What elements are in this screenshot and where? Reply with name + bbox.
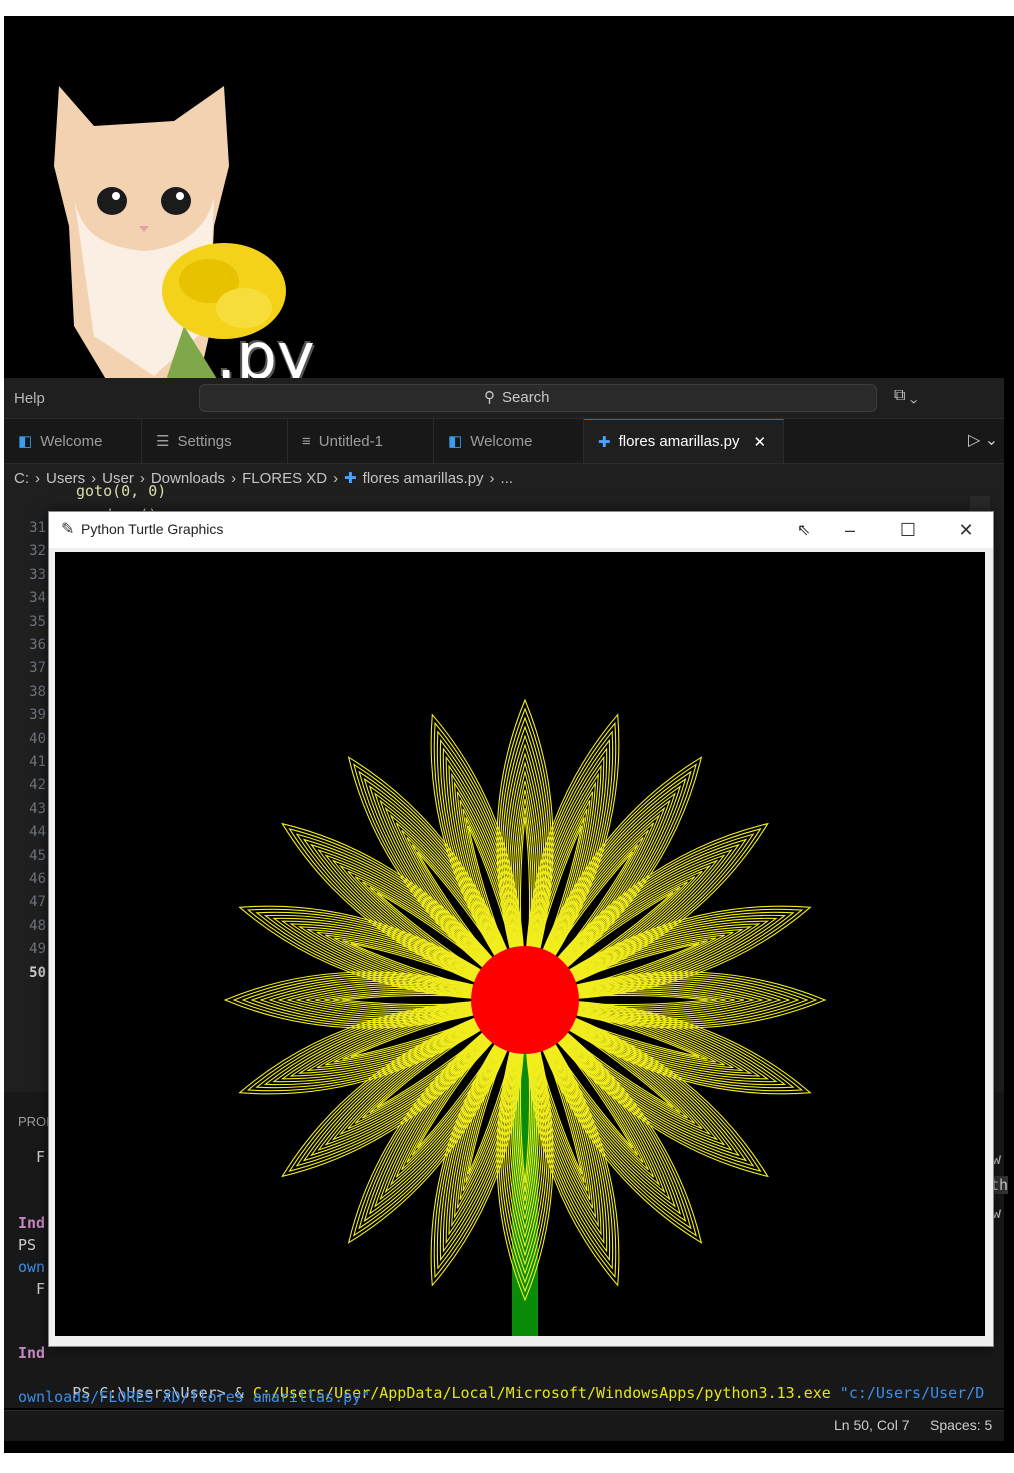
flower-center [471, 946, 579, 1054]
line-number: 36 [29, 637, 46, 653]
line-number: 48 [29, 917, 46, 934]
tab-settings[interactable]: ☰ Settings [142, 419, 288, 463]
line-number: 39 [29, 707, 46, 724]
line-number: 38 [29, 683, 46, 700]
window-title: Python Turtle Graphics [81, 521, 224, 537]
settings-icon: ☰ [156, 433, 170, 450]
line-number: 43 [29, 800, 46, 817]
feather-icon: ✎ [61, 521, 75, 538]
tab-label: flores amarillas.py [618, 433, 740, 450]
crumb-folder[interactable]: FLORES XD [242, 470, 327, 487]
search-label: Search [502, 389, 550, 406]
terminal-clip: F [36, 1280, 46, 1298]
line-number: 37 [29, 660, 46, 677]
minimize-button[interactable]: – [835, 516, 865, 544]
python-file-icon: ✚ [344, 470, 357, 487]
line-number: 40 [29, 730, 46, 747]
run-icon[interactable]: ▷ ⌄ [968, 430, 998, 450]
line-number: 41 [29, 754, 46, 770]
close-icon[interactable]: ✕ [753, 433, 766, 451]
vscode-icon: ◧ [448, 433, 463, 450]
panel-tab-problems[interactable]: PROI [18, 1114, 50, 1129]
tab-label: Settings [177, 432, 232, 450]
turtle-canvas [55, 552, 985, 1336]
tab-label: Welcome [470, 432, 533, 450]
crumb-more[interactable]: ... [501, 470, 514, 487]
editor-tabs: ◧ Welcome ☰ Settings ≡ Untitled-1 ◧ Welc… [4, 419, 1004, 464]
close-button[interactable]: ✕ [951, 516, 981, 544]
line-number: 46 [29, 871, 46, 887]
flower-drawing [223, 698, 827, 1336]
file-lines-icon: ≡ [302, 432, 311, 450]
line-number: 45 [29, 847, 46, 864]
line-number: 47 [29, 894, 46, 911]
terminal-arg: "c:/Users/User/D [830, 1384, 985, 1402]
line-number: 34 [29, 590, 46, 607]
video-frame: .py Help ⚲ Search ⧉ ⌄ ◧ Welcome ☰ Settin… [4, 16, 1014, 1453]
indent-spaces[interactable]: Spaces: 5 [930, 1417, 992, 1433]
terminal-clip: own [18, 1258, 46, 1276]
maximize-button[interactable]: ☐ [893, 516, 923, 544]
line-number: 50 [29, 964, 46, 981]
cursor-position[interactable]: Ln 50, Col 7 [834, 1417, 910, 1433]
terminal-command-wrap: ownloads/FLORES XD/flores amarillas.py" [18, 1388, 371, 1406]
line-number: 35 [29, 613, 46, 630]
line-number: 33 [29, 566, 46, 583]
tab-welcome-1[interactable]: ◧ Welcome [4, 419, 142, 463]
status-bar: Ln 50, Col 7 Spaces: 5 [4, 1410, 1004, 1441]
terminal-clip: Ind [18, 1214, 46, 1232]
crumb-drive[interactable]: C: [14, 470, 29, 487]
terminal-clip: F [36, 1148, 46, 1166]
terminal-clip: Ind [18, 1344, 46, 1362]
mouse-pointer-icon: ⇖ [797, 522, 811, 539]
tab-label: Untitled-1 [318, 432, 383, 450]
python-file-icon: ✚ [598, 433, 611, 451]
line-number: 31 [29, 520, 46, 536]
turtle-window[interactable]: ✎ Python Turtle Graphics ⇖ – ☐ ✕ [48, 511, 994, 1347]
tab-untitled[interactable]: ≡ Untitled-1 [288, 419, 434, 463]
search-icon: ⚲ [484, 389, 495, 406]
title-bar: Help ⚲ Search ⧉ ⌄ [4, 378, 1004, 419]
turtle-titlebar[interactable]: ✎ Python Turtle Graphics ⇖ – ☐ ✕ [49, 512, 993, 548]
command-center-search[interactable]: ⚲ Search [199, 384, 877, 412]
tab-flores-amarillas[interactable]: ✚ flores amarillas.py ✕ [584, 419, 784, 463]
vscode-icon: ◧ [18, 433, 33, 450]
tab-welcome-2[interactable]: ◧ Welcome [434, 419, 584, 463]
line-number: 32 [29, 543, 46, 560]
copilot-icon[interactable]: ⧉ ⌄ [894, 387, 917, 405]
tab-label: Welcome [40, 432, 103, 450]
code-line-top: goto(0, 0) [76, 482, 167, 500]
line-number: 49 [29, 941, 46, 958]
line-number: 42 [29, 777, 46, 794]
crumb-file[interactable]: flores amarillas.py [363, 470, 484, 487]
line-number: 44 [29, 824, 46, 841]
menu-help[interactable]: Help [14, 390, 45, 407]
